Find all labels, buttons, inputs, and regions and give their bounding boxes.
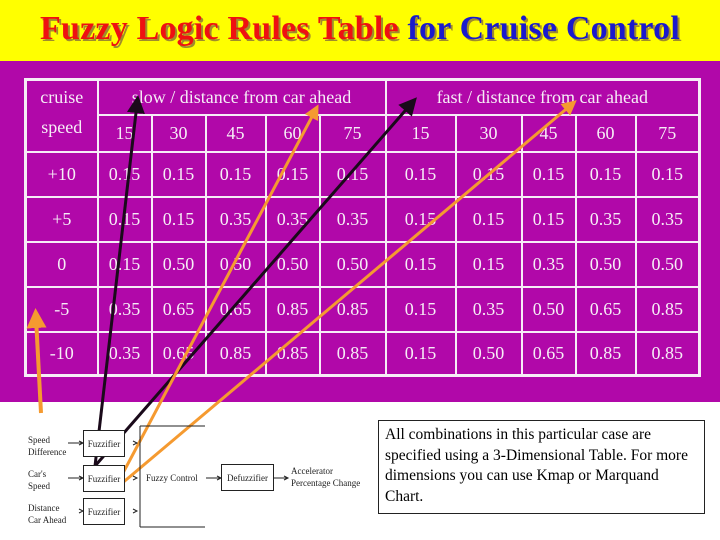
slide-title: Fuzzy Logic Rules Table for Cruise Contr… <box>0 10 720 48</box>
fuzzifier-box-3: Fuzzifier <box>83 498 125 525</box>
fuzzifier-box-1: Fuzzifier <box>83 430 125 457</box>
fast-value-cell: 0.15 <box>454 150 523 198</box>
fast-value-cell: 0.85 <box>574 330 637 377</box>
slow-value-cell: 0.35 <box>264 195 321 243</box>
fast-value-cell: 0.85 <box>634 285 701 333</box>
output-label: Percentage Change <box>291 478 361 488</box>
fast-value-cell: 0.35 <box>520 240 577 288</box>
group-header-slow: slow / distance from car ahead <box>96 78 387 116</box>
table-row: +10 0.15 0.15 0.15 0.15 0.15 0.15 0.15 0.15 0.15 0… <box>24 150 701 198</box>
slow-value-cell: 0.65 <box>204 285 267 333</box>
output-label: Accelerator <box>291 466 333 476</box>
fast-value-cell: 0.50 <box>520 285 577 333</box>
speed-change-cell: -5 <box>24 285 99 333</box>
output-accelerator-change: Accelerator Percentage Change <box>291 465 360 489</box>
slow-value-cell: 0.15 <box>150 150 207 198</box>
fast-value-cell: 0.85 <box>634 330 701 377</box>
slow-value-cell: 0.85 <box>318 330 387 377</box>
slow-value-cell: 0.50 <box>150 240 207 288</box>
slow-value-cell: 0.35 <box>318 195 387 243</box>
fast-value-cell: 0.35 <box>574 195 637 243</box>
slow-value-cell: 0.85 <box>264 330 321 377</box>
fast-value-cell: 0.15 <box>454 195 523 243</box>
speed-change-cell: +10 <box>24 150 99 198</box>
fast-value-cell: 0.15 <box>520 195 577 243</box>
fuzzy-control-label: Fuzzy Control <box>146 473 198 483</box>
speed-change-cell: 0 <box>24 240 99 288</box>
fast-value-cell: 0.50 <box>574 240 637 288</box>
fast-value-cell: 0.15 <box>454 240 523 288</box>
fast-value-cell: 0.15 <box>634 150 701 198</box>
slow-distance-header: 45 <box>204 113 267 153</box>
fuzzifier-box-2: Fuzzifier <box>83 465 125 492</box>
slow-value-cell: 0.15 <box>264 150 321 198</box>
slow-value-cell: 0.15 <box>96 150 153 198</box>
slow-distance-header: 75 <box>318 113 387 153</box>
fast-value-cell: 0.35 <box>454 285 523 333</box>
fast-distance-header: 15 <box>384 113 457 153</box>
fast-value-cell: 0.15 <box>384 240 457 288</box>
slow-value-cell: 0.65 <box>150 330 207 377</box>
slow-value-cell: 0.35 <box>204 195 267 243</box>
slow-value-cell: 0.85 <box>204 330 267 377</box>
slow-distance-header: 60 <box>264 113 321 153</box>
fast-value-cell: 0.65 <box>574 285 637 333</box>
slow-value-cell: 0.50 <box>204 240 267 288</box>
slow-value-cell: 0.50 <box>264 240 321 288</box>
title-part-red: Fuzzy Logic Rules Table <box>40 10 399 47</box>
slow-value-cell: 0.15 <box>318 150 387 198</box>
title-bar: Fuzzy Logic Rules Table for Cruise Contr… <box>0 0 720 61</box>
slow-distance-header: 30 <box>150 113 207 153</box>
table-row: -5 0.35 0.65 0.65 0.85 0.85 0.15 0.35 0.50 0.65 0.… <box>24 285 701 333</box>
fast-value-cell: 0.35 <box>634 195 701 243</box>
slow-value-cell: 0.15 <box>150 195 207 243</box>
fast-value-cell: 0.50 <box>634 240 701 288</box>
slow-value-cell: 0.85 <box>318 285 387 333</box>
slow-value-cell: 0.35 <box>96 330 153 377</box>
speed-change-cell: -10 <box>24 330 99 377</box>
title-part-blue: for Cruise Control <box>407 10 680 47</box>
row-header-speed: speed <box>24 114 99 153</box>
fast-value-cell: 0.15 <box>384 195 457 243</box>
fast-value-cell: 0.15 <box>384 285 457 333</box>
fast-distance-header: 45 <box>520 113 577 153</box>
slow-value-cell: 0.15 <box>204 150 267 198</box>
table-row: +5 0.15 0.15 0.35 0.35 0.35 0.15 0.15 0.15 0.35 0.… <box>24 195 701 243</box>
speed-change-cell: +5 <box>24 195 99 243</box>
group-header-fast: fast / distance from car ahead <box>384 78 701 116</box>
slow-value-cell: 0.85 <box>264 285 321 333</box>
fast-value-cell: 0.15 <box>574 150 637 198</box>
slow-value-cell: 0.15 <box>96 240 153 288</box>
group-header-row: cruise slow / distance from car ahead fa… <box>24 78 701 116</box>
note-box: All combinations in this particular case… <box>378 420 705 514</box>
fuzzy-control-diagram: Speed Difference Car's Speed Distance Ca… <box>0 402 380 540</box>
fast-value-cell: 0.15 <box>384 330 457 377</box>
slow-value-cell: 0.15 <box>96 195 153 243</box>
fast-distance-header: 75 <box>634 113 701 153</box>
fast-distance-header: 60 <box>574 113 637 153</box>
fast-distance-header: 30 <box>454 113 523 153</box>
slow-distance-header: 15 <box>96 113 153 153</box>
fast-value-cell: 0.50 <box>454 330 523 377</box>
defuzzifier-box: Defuzzifier <box>221 464 274 491</box>
distance-header-row: speed 15 30 45 60 75 15 30 45 60 75 <box>24 113 701 153</box>
fast-value-cell: 0.65 <box>520 330 577 377</box>
slow-value-cell: 0.65 <box>150 285 207 333</box>
fast-value-cell: 0.15 <box>384 150 457 198</box>
rules-table: cruise slow / distance from car ahead fa… <box>24 78 702 377</box>
slow-value-cell: 0.50 <box>318 240 387 288</box>
table-row: 0 0.15 0.50 0.50 0.50 0.50 0.15 0.15 0.35 0.50 0.5… <box>24 240 701 288</box>
row-header-cruise: cruise <box>24 78 99 115</box>
slow-value-cell: 0.35 <box>96 285 153 333</box>
table-row: -10 0.35 0.65 0.85 0.85 0.85 0.15 0.50 0.65 0.85 0… <box>24 330 701 377</box>
fast-value-cell: 0.15 <box>520 150 577 198</box>
